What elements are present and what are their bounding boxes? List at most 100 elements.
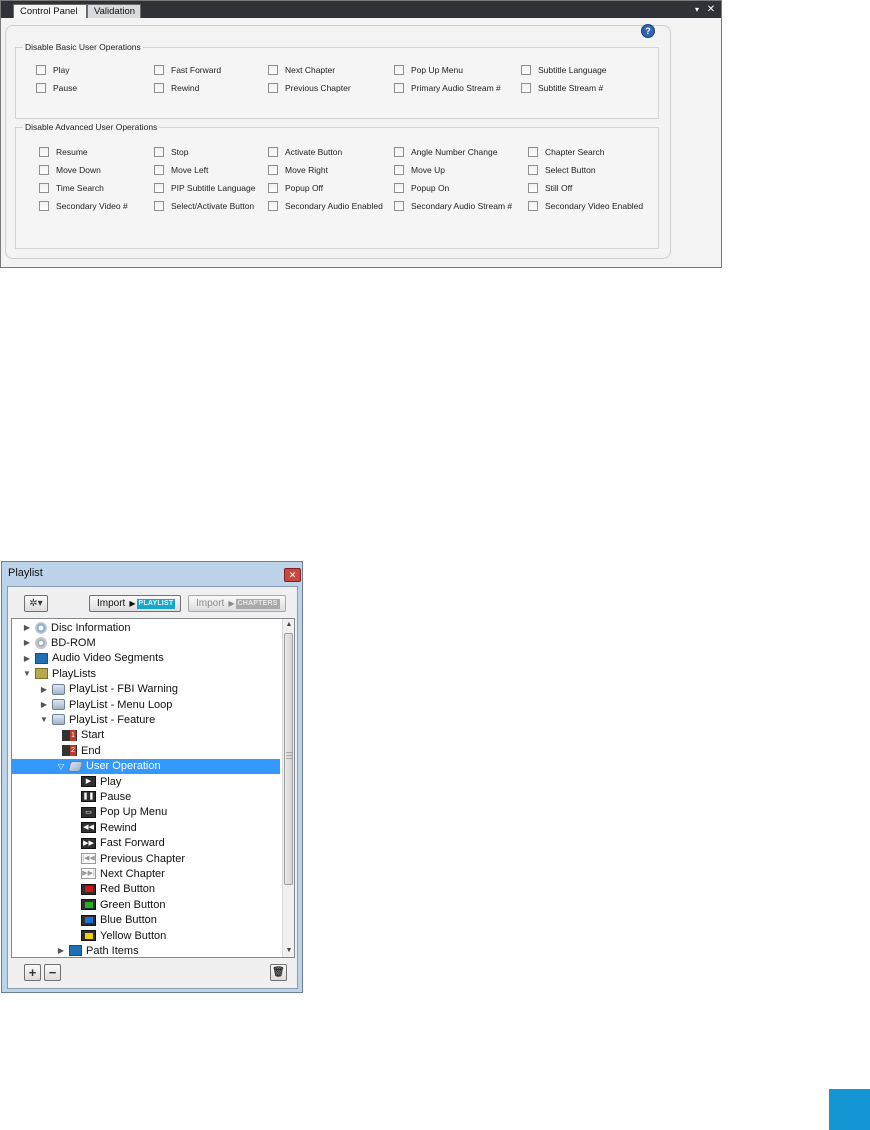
tree-item-start[interactable]: 1 Start (12, 728, 280, 743)
checkbox-time-search[interactable]: Time Search (39, 182, 104, 194)
tree-item-audio-video-segments[interactable]: ▶ Audio Video Segments (12, 651, 280, 666)
scrollbar-thumb[interactable]: — — — (284, 633, 293, 885)
checkbox-secondary-video-enabled[interactable]: Secondary Video Enabled (528, 200, 643, 212)
dropdown-arrow-icon[interactable]: ▾ (691, 3, 703, 16)
checkbox-popup-off[interactable]: Popup Off (268, 182, 323, 194)
checkbox-box[interactable] (394, 65, 404, 75)
checkbox-box[interactable] (268, 147, 278, 157)
tree-item-pause[interactable]: ❚❚ Pause (12, 789, 280, 804)
scroll-down-icon[interactable]: ▼ (283, 945, 294, 957)
expand-arrow-icon[interactable]: ▶ (39, 700, 49, 709)
add-button[interactable]: + (24, 964, 41, 981)
checkbox-box[interactable] (154, 165, 164, 175)
checkbox-next-chapter[interactable]: Next Chapter (268, 64, 335, 76)
checkbox-box[interactable] (154, 65, 164, 75)
checkbox-box[interactable] (268, 83, 278, 93)
tree-item-previous-chapter[interactable]: |◀◀ Previous Chapter (12, 851, 280, 866)
collapse-arrow-icon[interactable]: ▼ (22, 669, 32, 678)
checkbox-box[interactable] (39, 201, 49, 211)
checkbox-still-off[interactable]: Still Off (528, 182, 572, 194)
tree-item-red-button[interactable]: Red Button (12, 882, 280, 897)
checkbox-stop[interactable]: Stop (154, 146, 189, 158)
expand-arrow-icon[interactable]: ▶ (39, 685, 49, 694)
checkbox-select-button[interactable]: Select Button (528, 164, 596, 176)
checkbox-move-down[interactable]: Move Down (39, 164, 101, 176)
checkbox-box[interactable] (268, 165, 278, 175)
checkbox-secondary-audio-enabled[interactable]: Secondary Audio Enabled (268, 200, 383, 212)
playlist-tree[interactable]: ▶ Disc Information ▶ BD-ROM ▶ Audio Video Seg… (11, 618, 295, 958)
tree-item-bd-rom[interactable]: ▶ BD-ROM (12, 635, 280, 650)
tree-item-disc-information[interactable]: ▶ Disc Information (12, 620, 280, 635)
vertical-scrollbar[interactable]: ▲ — — — ▼ (282, 619, 294, 957)
checkbox-box[interactable] (528, 183, 538, 193)
checkbox-primary-audio-stream[interactable]: Primary Audio Stream # (394, 82, 501, 94)
checkbox-secondary-audio-stream[interactable]: Secondary Audio Stream # (394, 200, 512, 212)
checkbox-box[interactable] (39, 183, 49, 193)
collapse-arrow-icon[interactable]: ▽ (56, 762, 66, 771)
tree-item-user-operation[interactable]: ▽ User Operation (12, 758, 280, 774)
checkbox-box[interactable] (528, 201, 538, 211)
checkbox-box[interactable] (268, 183, 278, 193)
close-button[interactable]: ✕ (284, 568, 301, 582)
checkbox-box[interactable] (528, 165, 538, 175)
checkbox-box[interactable] (36, 65, 46, 75)
checkbox-rewind[interactable]: Rewind (154, 82, 199, 94)
tree-item-rewind[interactable]: ◀◀ Rewind (12, 820, 280, 835)
scroll-up-icon[interactable]: ▲ (283, 619, 294, 631)
collapse-arrow-icon[interactable]: ▼ (39, 715, 49, 724)
checkbox-box[interactable] (394, 201, 404, 211)
gear-menu-button[interactable]: ✲▾ (24, 595, 48, 612)
checkbox-move-left[interactable]: Move Left (154, 164, 208, 176)
checkbox-move-up[interactable]: Move Up (394, 164, 445, 176)
expand-arrow-icon[interactable]: ▶ (22, 623, 32, 632)
tab-validation[interactable]: Validation (87, 4, 141, 18)
checkbox-box[interactable] (36, 83, 46, 93)
checkbox-subtitle-language[interactable]: Subtitle Language (521, 64, 607, 76)
checkbox-resume[interactable]: Resume (39, 146, 88, 158)
checkbox-box[interactable] (39, 165, 49, 175)
checkbox-pause[interactable]: Pause (36, 82, 77, 94)
checkbox-box[interactable] (39, 147, 49, 157)
trash-icon[interactable]: 🗑 (270, 964, 287, 981)
checkbox-box[interactable] (268, 201, 278, 211)
checkbox-box[interactable] (394, 165, 404, 175)
checkbox-box[interactable] (521, 65, 531, 75)
checkbox-chapter-search[interactable]: Chapter Search (528, 146, 605, 158)
tree-item-playlist-menu-loop[interactable]: ▶ PlayList - Menu Loop (12, 697, 280, 712)
checkbox-box[interactable] (394, 147, 404, 157)
tree-item-fast-forward[interactable]: ▶▶ Fast Forward (12, 836, 280, 851)
tree-item-playlist-fbi-warning[interactable]: ▶ PlayList - FBI Warning (12, 682, 280, 697)
checkbox-box[interactable] (268, 65, 278, 75)
expand-arrow-icon[interactable]: ▶ (22, 654, 32, 663)
checkbox-secondary-video[interactable]: Secondary Video # (39, 200, 128, 212)
remove-button[interactable]: − (44, 964, 61, 981)
checkbox-subtitle-stream[interactable]: Subtitle Stream # (521, 82, 603, 94)
tree-item-next-chapter[interactable]: ▶▶| Next Chapter (12, 866, 280, 881)
import-playlist-button[interactable]: Import ▶ PLAYLIST (89, 595, 181, 612)
tree-item-pop-up-menu[interactable]: ▭ Pop Up Menu (12, 805, 280, 820)
tree-item-green-button[interactable]: Green Button (12, 897, 280, 912)
checkbox-previous-chapter[interactable]: Previous Chapter (268, 82, 351, 94)
checkbox-box[interactable] (154, 183, 164, 193)
checkbox-box[interactable] (154, 147, 164, 157)
checkbox-play[interactable]: Play (36, 64, 70, 76)
checkbox-pip-subtitle-language[interactable]: PIP Subtitle Language (154, 182, 255, 194)
checkbox-box[interactable] (394, 183, 404, 193)
checkbox-box[interactable] (521, 83, 531, 93)
help-icon[interactable]: ? (641, 24, 655, 38)
checkbox-box[interactable] (154, 83, 164, 93)
import-chapters-button[interactable]: Import ▶ CHAPTERS (188, 595, 286, 612)
checkbox-activate-button[interactable]: Activate Button (268, 146, 342, 158)
checkbox-pop-up-menu[interactable]: Pop Up Menu (394, 64, 463, 76)
checkbox-angle-number-change[interactable]: Angle Number Change (394, 146, 497, 158)
tab-control-panel[interactable]: Control Panel (13, 4, 87, 18)
checkbox-box[interactable] (528, 147, 538, 157)
checkbox-select-activate-button[interactable]: Select/Activate Button (154, 200, 254, 212)
tree-item-blue-button[interactable]: Blue Button (12, 913, 280, 928)
checkbox-popup-on[interactable]: Popup On (394, 182, 449, 194)
tree-item-yellow-button[interactable]: Yellow Button (12, 928, 280, 943)
checkbox-fast-forward[interactable]: Fast Forward (154, 64, 221, 76)
tree-item-path-items[interactable]: ▶ Path Items (12, 943, 280, 957)
expand-arrow-icon[interactable]: ▶ (56, 946, 66, 955)
expand-arrow-icon[interactable]: ▶ (22, 638, 32, 647)
